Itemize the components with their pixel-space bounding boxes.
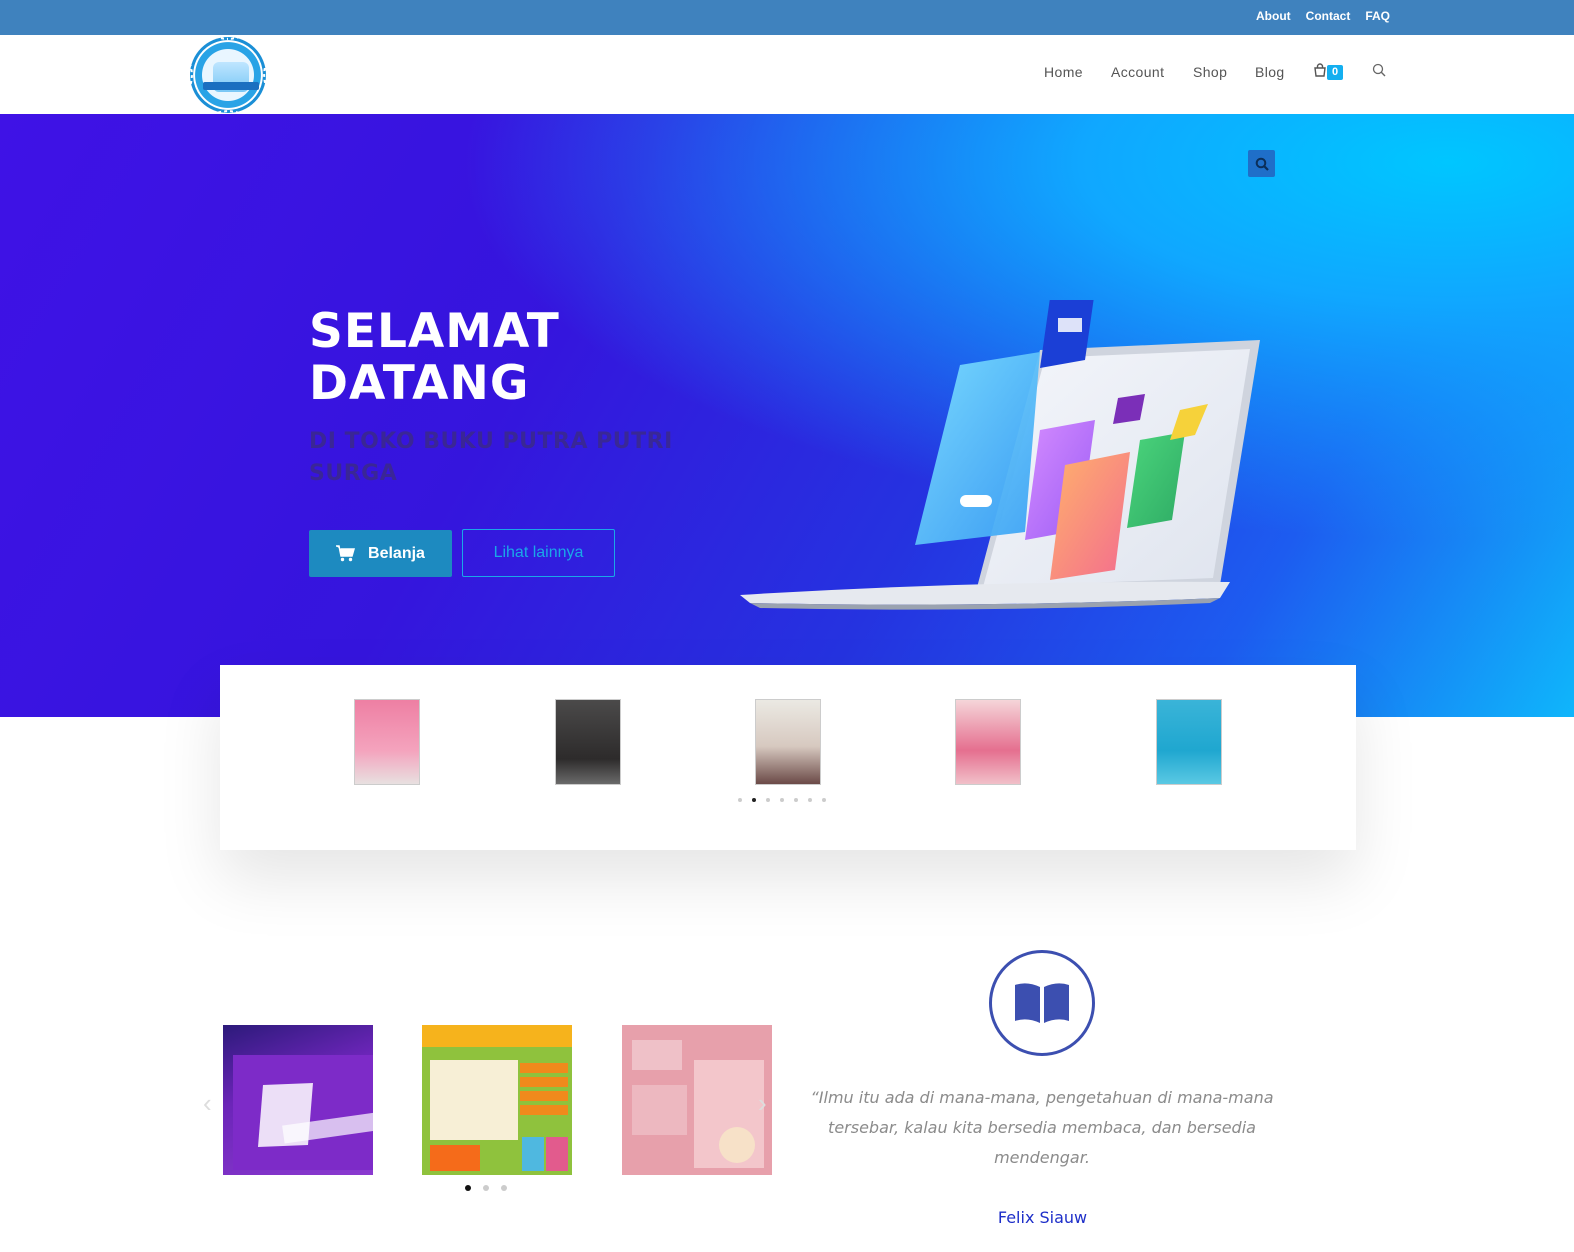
product-book-3[interactable] — [755, 699, 821, 785]
top-link-contact[interactable]: Contact — [1306, 9, 1351, 23]
chevron-left-icon[interactable]: ‹ — [203, 1088, 212, 1119]
site-header: Home Account Shop Blog 0 — [0, 35, 1574, 114]
chevron-right-icon[interactable]: › — [758, 1088, 767, 1119]
gallery-image-2[interactable] — [422, 1025, 572, 1175]
header-search-button[interactable] — [1372, 63, 1388, 79]
carousel-dot[interactable] — [822, 798, 826, 802]
carousel-dot[interactable] — [738, 798, 742, 802]
product-book-2[interactable] — [555, 699, 621, 785]
cart-button[interactable]: 0 — [1313, 62, 1345, 82]
nav-shop[interactable]: Shop — [1193, 64, 1227, 80]
hero-search-button[interactable] — [1248, 150, 1275, 177]
gallery-dot[interactable] — [501, 1185, 507, 1191]
top-links: About Contact FAQ — [1256, 9, 1390, 23]
carousel-dot[interactable] — [780, 798, 784, 802]
top-link-faq[interactable]: FAQ — [1365, 9, 1390, 23]
keep-exploring-banner — [233, 1055, 373, 1170]
shop-button[interactable]: Belanja — [309, 530, 452, 577]
site-logo[interactable] — [190, 37, 266, 113]
nav-blog[interactable]: Blog — [1255, 64, 1285, 80]
hero-section: SELAMAT DATANG DI TOKO BUKU PUTRA PUTRI … — [0, 114, 1574, 717]
search-icon — [1372, 63, 1386, 77]
berhijab-poster — [622, 1025, 772, 1175]
hero-title: SELAMAT DATANG — [309, 304, 560, 411]
carousel-dot[interactable] — [808, 798, 812, 802]
quote-text: “Ilmu itu ada di mana-mana, pengetahuan … — [810, 1088, 1274, 1167]
top-bar: About Contact FAQ — [0, 0, 1574, 35]
cart-count-badge: 0 — [1327, 65, 1343, 80]
shop-button-label: Belanja — [368, 544, 425, 562]
search-icon — [1255, 157, 1269, 171]
laptop-illustration — [740, 300, 1260, 610]
cart-icon — [1314, 63, 1326, 77]
carousel-dot[interactable] — [794, 798, 798, 802]
hero-subtitle: DI TOKO BUKU PUTRA PUTRI SURGA — [309, 429, 673, 486]
product-carousel — [220, 665, 1356, 850]
gallery-carousel-dots — [465, 1185, 507, 1191]
product-book-5[interactable] — [1156, 699, 1222, 785]
carousel-dot[interactable] — [766, 798, 770, 802]
logo-ribbon — [203, 82, 259, 90]
gallery-dot-active[interactable] — [465, 1185, 471, 1191]
quote-author: Felix Siauw — [997, 1208, 1088, 1227]
nav-account[interactable]: Account — [1111, 64, 1164, 80]
nav-home[interactable]: Home — [1044, 64, 1083, 80]
product-book-4[interactable] — [955, 699, 1021, 785]
carousel-dot-active[interactable] — [752, 798, 756, 802]
product-carousel-dots — [738, 798, 826, 802]
see-more-button[interactable]: Lihat lainnya — [462, 529, 615, 577]
gallery-dot[interactable] — [483, 1185, 489, 1191]
product-book-1[interactable] — [354, 699, 420, 785]
book-open-icon-glyph — [1015, 983, 1069, 1023]
top-link-about[interactable]: About — [1256, 9, 1291, 23]
book-open-icon — [989, 950, 1095, 1056]
cart-icon — [336, 545, 356, 562]
gallery-image-1[interactable] — [223, 1025, 373, 1175]
preorder-poster — [422, 1025, 572, 1175]
gallery-image-3[interactable] — [622, 1025, 772, 1175]
